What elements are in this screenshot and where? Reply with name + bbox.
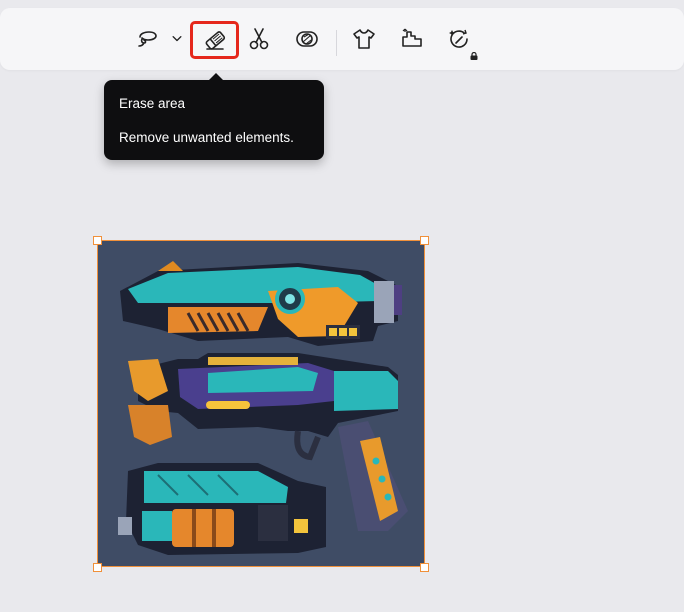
resize-handle-top-left[interactable]	[93, 236, 102, 245]
tooltip-description: Remove unwanted elements.	[119, 130, 294, 145]
erase-area-button[interactable]	[190, 21, 239, 59]
mockup-tool-button[interactable]	[347, 22, 381, 56]
blasters-image	[98, 241, 424, 566]
lock-icon	[470, 52, 478, 60]
resize-handle-bottom-right[interactable]	[420, 563, 429, 572]
tooltip-title: Erase area	[119, 96, 186, 111]
top-toolbar	[0, 8, 684, 70]
lasso-icon	[138, 31, 157, 47]
cutout-tool-button[interactable]	[242, 22, 276, 56]
expand-tool-button[interactable]	[395, 22, 429, 56]
chevron-down-icon	[172, 36, 182, 42]
resize-handle-top-right[interactable]	[420, 236, 429, 245]
restore-tool-button[interactable]	[443, 22, 477, 56]
background-remove-icon	[296, 31, 318, 47]
resize-handle-bottom-left[interactable]	[93, 563, 102, 572]
scissors-icon	[249, 28, 269, 50]
canvas-image[interactable]	[97, 240, 425, 567]
remove-background-button[interactable]	[290, 22, 324, 56]
lasso-tool-button[interactable]	[130, 22, 164, 56]
expand-icon	[402, 28, 422, 47]
magic-restore-icon	[449, 29, 468, 48]
eraser-icon	[205, 31, 225, 50]
erase-area-tooltip: Erase area Remove unwanted elements.	[104, 73, 324, 160]
toolbar-divider	[336, 30, 337, 56]
tshirt-icon	[353, 29, 375, 49]
tool-dropdown-button[interactable]	[163, 22, 191, 56]
